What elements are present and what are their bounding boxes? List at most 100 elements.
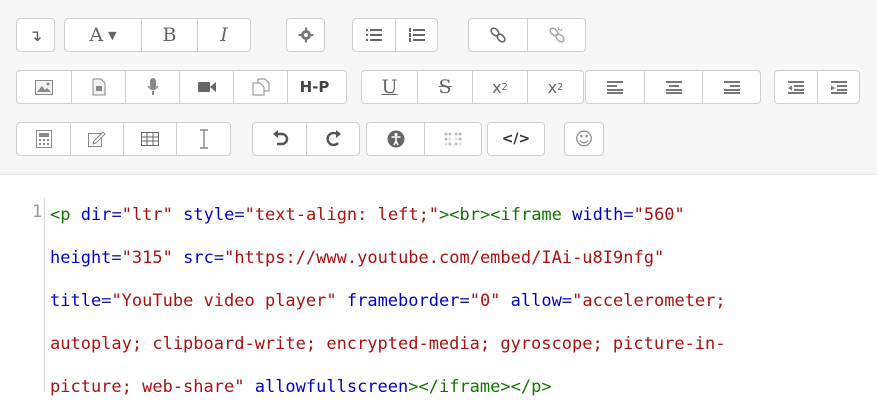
line-number: 1 <box>32 202 43 222</box>
bold-label: B <box>162 24 177 46</box>
emoji-button[interactable]: ☺ <box>565 123 603 155</box>
outdent-button[interactable] <box>775 71 817 103</box>
font-size-dropdown[interactable]: A ▼ <box>65 19 141 51</box>
code-token: "https://www.youtube.com/embed/IAi-u8I9n… <box>224 248 665 268</box>
calculator-icon <box>35 130 52 148</box>
smiley-icon: ☺ <box>574 128 594 150</box>
align-center-icon <box>665 80 682 94</box>
undo-icon <box>272 130 288 146</box>
code-line[interactable]: title="YouTube video player" frameborder… <box>50 284 726 318</box>
code-token: height <box>50 248 112 268</box>
code-line[interactable]: autoplay; clipboard-write; encrypted-med… <box>50 327 726 361</box>
toolbar-group-align <box>585 70 761 104</box>
superscript-button[interactable]: x2 <box>527 71 583 103</box>
underline-label: U <box>381 76 398 98</box>
subscript-digit: 2 <box>501 81 508 93</box>
table-button[interactable] <box>123 123 176 155</box>
toolbar-group-font: A ▼ B I <box>64 18 251 52</box>
h5p-label: H-P <box>299 78 330 96</box>
unordered-list-icon <box>366 29 382 41</box>
files-icon <box>252 78 269 96</box>
indent-icon <box>830 80 847 94</box>
accessibility-checker-button[interactable] <box>367 123 424 155</box>
align-right-button[interactable] <box>702 71 760 103</box>
code-token: picture; web-share" <box>50 377 245 397</box>
accessibility-icon <box>387 130 404 148</box>
show-more-button[interactable]: ↴ <box>17 19 54 51</box>
code-token: "315" <box>121 248 173 268</box>
manage-files-button[interactable] <box>233 71 287 103</box>
html-source-label: </> <box>501 131 531 147</box>
code-token: </iframe> <box>418 377 511 397</box>
image-button[interactable] <box>17 71 71 103</box>
code-token: style <box>183 205 235 225</box>
code-token: dir <box>80 205 112 225</box>
toolbar-group-toggle: ↴ <box>16 18 55 52</box>
toolbar-group-links <box>468 18 586 52</box>
code-token: = <box>101 291 112 311</box>
align-right-icon <box>723 80 740 94</box>
media-button[interactable] <box>71 71 125 103</box>
code-token: > <box>408 377 419 397</box>
align-left-button[interactable] <box>586 71 644 103</box>
show-more-icon: ↴ <box>28 25 43 45</box>
document-media-icon <box>92 78 105 96</box>
code-token: </p> <box>510 377 552 397</box>
unlink-icon <box>548 26 565 43</box>
undo-button[interactable] <box>253 123 306 155</box>
toolbar-group-media: H-P <box>16 70 347 104</box>
unlink-button[interactable] <box>527 19 585 51</box>
subscript-base: x <box>492 77 502 97</box>
line-gutter <box>22 198 45 392</box>
align-center-button[interactable] <box>644 71 702 103</box>
underline-button[interactable]: U <box>362 71 417 103</box>
microphone-icon <box>146 78 159 95</box>
code-line[interactable]: picture; web-share" allowfullscreen></if… <box>50 370 552 404</box>
link-button[interactable] <box>469 19 527 51</box>
code-token: "accelerometer; <box>572 291 726 311</box>
clear-formatting-button[interactable] <box>176 123 230 155</box>
code-token: <iframe <box>490 205 562 225</box>
toolbar-group-indent <box>774 70 860 104</box>
html-source-area[interactable]: 1 <p dir="ltr" style="text-align: left;"… <box>0 186 877 397</box>
ordered-list-button[interactable] <box>395 19 437 51</box>
chevron-down-icon: ▼ <box>108 28 117 42</box>
edit-button[interactable] <box>70 123 123 155</box>
code-token: src <box>183 248 214 268</box>
code-token: width <box>572 205 624 225</box>
code-line[interactable]: <p dir="ltr" style="text-align: left;"><… <box>50 198 685 232</box>
code-line[interactable]: height="315" src="https://www.youtube.co… <box>50 241 664 275</box>
indent-button[interactable] <box>817 71 859 103</box>
ordered-list-icon <box>408 28 425 42</box>
subscript-button[interactable]: x2 <box>472 71 527 103</box>
unordered-list-button[interactable] <box>353 19 395 51</box>
italic-button[interactable]: I <box>197 19 250 51</box>
h5p-button[interactable]: H-P <box>287 71 341 103</box>
code-token: "ltr" <box>121 205 173 225</box>
code-token: > <box>439 205 450 225</box>
code-token: = <box>111 248 122 268</box>
settings-button[interactable] <box>287 19 324 51</box>
html-source-button[interactable]: </> <box>488 123 544 155</box>
equation-button[interactable] <box>17 123 70 155</box>
screenreader-helper-button[interactable] <box>424 123 481 155</box>
redo-icon <box>326 130 341 147</box>
record-video-button[interactable] <box>179 71 233 103</box>
code-token: allow <box>510 291 562 311</box>
code-token: = <box>111 205 122 225</box>
redo-button[interactable] <box>306 123 359 155</box>
code-token: = <box>459 291 470 311</box>
record-audio-button[interactable] <box>125 71 179 103</box>
align-left-icon <box>607 80 623 94</box>
bold-button[interactable]: B <box>141 19 197 51</box>
code-token: = <box>623 205 634 225</box>
code-token: <p <box>50 205 71 225</box>
editor-toolbar: ↴ A ▼ B I H-P U S x 2 x 2 </> ☺ <box>0 0 877 175</box>
toolbar-group-history <box>252 122 360 156</box>
strikethrough-button[interactable]: S <box>417 71 472 103</box>
code-token: frameborder <box>346 291 460 311</box>
